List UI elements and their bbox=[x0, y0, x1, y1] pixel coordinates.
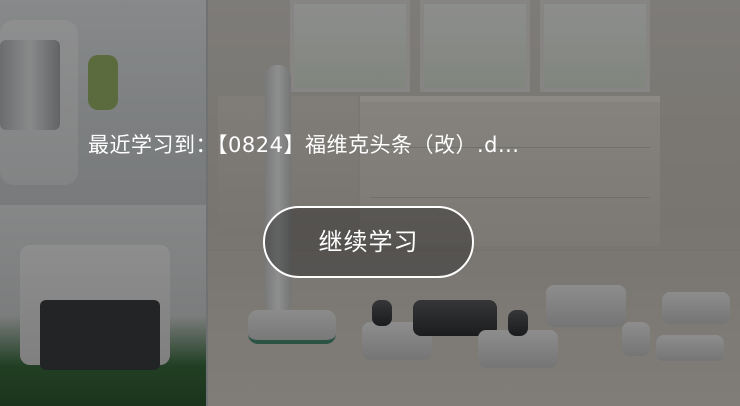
continue-learning-label: 继续学习 bbox=[318, 228, 419, 256]
continue-learning-button[interactable]: 继续学习 bbox=[263, 206, 474, 278]
dim-overlay bbox=[0, 0, 740, 406]
recent-progress-text: 最近学习到：【0824】福维克头条（改）.d... bbox=[88, 128, 688, 162]
resume-learning-banner: 最近学习到：【0824】福维克头条（改）.d... 继续学习 bbox=[0, 0, 740, 406]
recent-item-title: 【0824】福维克头条（改）.d... bbox=[217, 133, 520, 157]
recent-progress-label: 最近学习到： bbox=[88, 133, 217, 157]
